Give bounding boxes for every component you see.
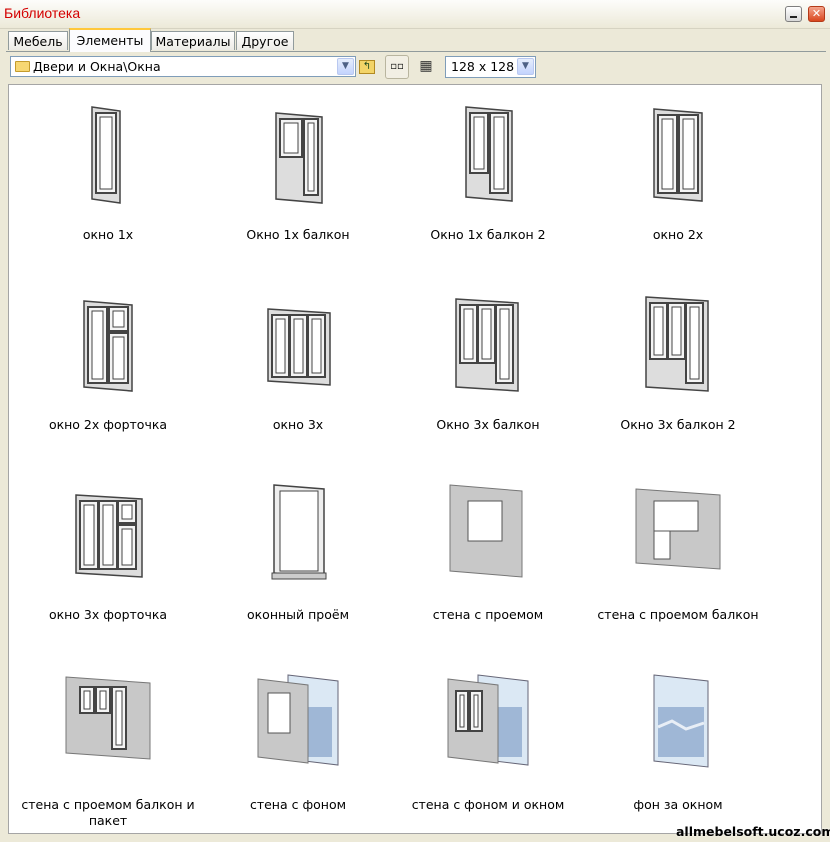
library-item[interactable]: стена с проемом балкон и пакет <box>13 659 203 833</box>
item-grid: окно 1х Окно 1х балкон Окно 1х балкон 2 окн… <box>8 84 822 834</box>
watermark: allmebelsoft.ucoz.com <box>676 824 830 839</box>
library-item-label: Окно 3х балкон <box>436 417 540 432</box>
library-item[interactable]: стена с проемом балкон <box>583 469 773 644</box>
folder-path-select[interactable]: Двери и Окна\Окна ▼ <box>10 56 356 77</box>
wall-background-icon <box>248 667 348 777</box>
library-item[interactable]: фон за окном <box>583 659 773 833</box>
folder-path-value: Двери и Окна\Окна <box>33 59 161 74</box>
library-item[interactable]: оконный проём <box>203 469 393 644</box>
thumbnail-view-icon: ▫▫ <box>390 61 404 72</box>
library-item-label: оконный проём <box>246 607 350 622</box>
library-item-label: фон за окном <box>633 797 723 812</box>
folder-up-icon: ↰ <box>359 60 375 74</box>
thumbnail-view-button[interactable]: ▫▫ <box>385 55 409 79</box>
library-item-label: стена с фоном <box>249 797 347 812</box>
library-item[interactable]: Окно 1х балкон <box>203 89 393 264</box>
library-item-label: окно 2х форточка <box>48 417 168 432</box>
library-item-label: окно 1х <box>82 227 134 242</box>
folder-icon <box>15 61 30 72</box>
window-3-balcony-icon <box>438 287 538 397</box>
tab-furniture[interactable]: Мебель <box>8 31 68 50</box>
library-item-label: окно 3х форточка <box>48 607 168 622</box>
toolbar: Двери и Окна\Окна ▼ ↰ ▫▫ ▦ 128 x 128 ▼ <box>8 54 823 82</box>
list-view-icon: ▦ <box>419 58 433 74</box>
window-balcony-2-icon <box>438 97 538 207</box>
tab-materials[interactable]: Материалы <box>151 31 235 50</box>
library-item[interactable]: стена с фоном и окном <box>393 659 583 833</box>
window-opening-icon <box>248 477 348 587</box>
chevron-down-icon[interactable]: ▼ <box>517 58 534 75</box>
window-2-vent-icon <box>58 287 158 397</box>
list-view-button[interactable]: ▦ <box>414 55 438 79</box>
window-balcony-icon <box>248 97 348 207</box>
thumbnail-size-select[interactable]: 128 x 128 ▼ <box>445 56 536 78</box>
wall-opening-icon <box>438 477 538 587</box>
library-item-label: стена с проемом балкон <box>597 607 759 622</box>
library-item-label: Окно 1х балкон <box>246 227 350 242</box>
window-2-sash-icon <box>628 97 728 207</box>
library-item[interactable]: стена с фоном <box>203 659 393 833</box>
library-item-label: окно 3х <box>272 417 324 432</box>
library-item-label: стена с проемом балкон и пакет <box>21 797 195 828</box>
wall-balcony-opening-icon <box>628 477 728 587</box>
wall-background-window-icon <box>438 667 538 777</box>
window-title: Библиотека <box>4 5 81 21</box>
library-item[interactable]: Окно 3х балкон <box>393 279 583 454</box>
thumbnail-size-value: 128 x 128 <box>451 59 515 74</box>
library-item-label: стена с проемом <box>432 607 544 622</box>
library-item-label: Окно 3х балкон 2 <box>620 417 736 432</box>
tab-elements[interactable]: Элементы <box>69 28 151 52</box>
background-photo-icon <box>628 667 728 777</box>
library-item[interactable]: окно 3х <box>203 279 393 454</box>
wall-balcony-window-icon <box>58 667 158 777</box>
library-item[interactable]: Окно 1х балкон 2 <box>393 89 583 264</box>
library-item[interactable]: окно 2х форточка <box>13 279 203 454</box>
library-item[interactable]: стена с проемом <box>393 469 583 644</box>
close-button[interactable]: ✕ <box>808 6 825 22</box>
library-item[interactable]: окно 3х форточка <box>13 469 203 644</box>
window-3-sash-icon <box>248 287 348 397</box>
library-item-label: стена с фоном и окном <box>411 797 565 812</box>
title-bar: Библиотека ✕ <box>0 0 830 29</box>
chevron-down-icon[interactable]: ▼ <box>337 58 354 75</box>
library-item[interactable]: Окно 3х балкон 2 <box>583 279 773 454</box>
window-3-balcony-2-icon <box>628 287 728 397</box>
window-1-sash-icon <box>58 97 158 207</box>
folder-up-button[interactable]: ↰ <box>355 55 379 79</box>
library-item-label: Окно 1х балкон 2 <box>430 227 546 242</box>
minimize-button[interactable] <box>785 6 802 22</box>
library-item-label: окно 2х <box>652 227 704 242</box>
window-3-vent-icon <box>58 477 158 587</box>
library-item[interactable]: окно 2х <box>583 89 773 264</box>
tab-other[interactable]: Другое <box>236 31 294 50</box>
library-item[interactable]: окно 1х <box>13 89 203 264</box>
